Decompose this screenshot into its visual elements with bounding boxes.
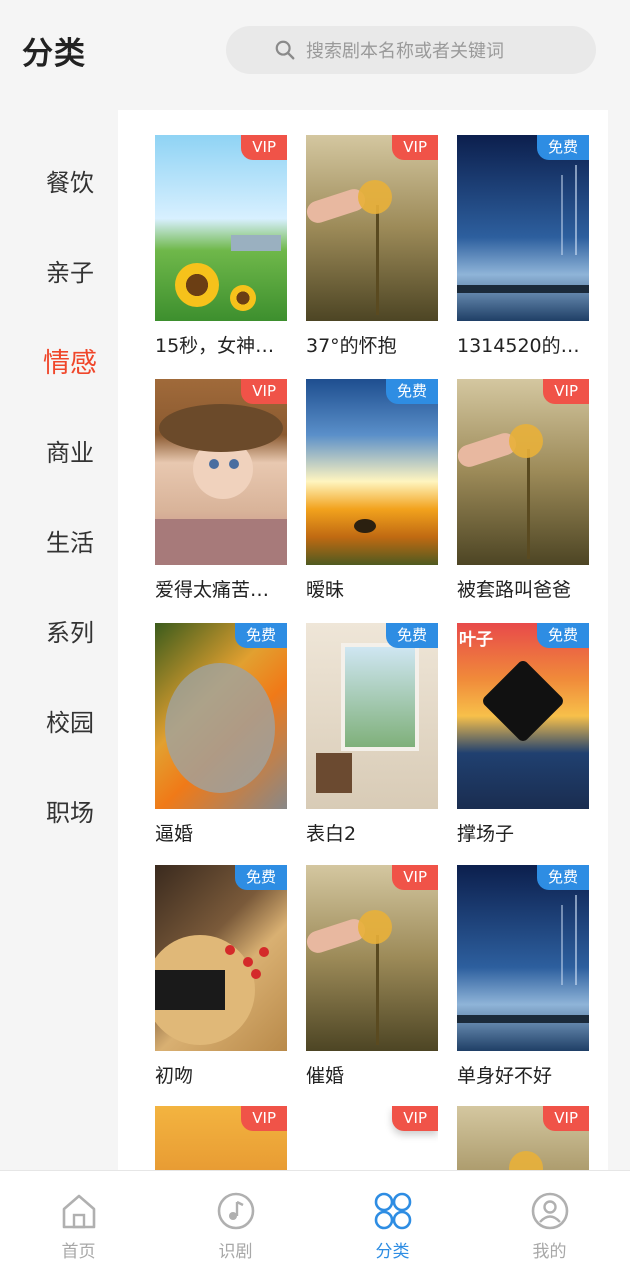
free-badge: 免费	[536, 623, 589, 648]
script-thumbnail: VIP	[155, 1106, 287, 1170]
bottom-tab-bar: 首页 识剧 分类 我的	[0, 1170, 630, 1281]
vip-badge: VIP	[392, 865, 438, 890]
script-thumbnail: VIP	[155, 135, 287, 321]
header: 分类 搜索剧本名称或者关键词	[0, 0, 630, 105]
script-thumbnail: VIP	[306, 1106, 438, 1170]
thumbnail-caption: 叶子	[459, 630, 493, 650]
vip-badge: VIP	[392, 1106, 438, 1131]
script-title: 表白2	[306, 823, 357, 845]
script-grid: VIP 15秒，女神… VIP 37°的怀抱 免费 1314520的… VIP …	[118, 110, 608, 1170]
script-card[interactable]: 免费 单身好不好	[457, 865, 589, 1088]
tab-home[interactable]: 首页	[0, 1171, 157, 1281]
script-card[interactable]: 免费 逼婚	[155, 623, 287, 846]
vip-badge: VIP	[543, 1106, 589, 1131]
script-card[interactable]: VIP	[457, 1106, 589, 1170]
script-title: 被套路叫爸爸	[457, 579, 572, 601]
vip-badge: VIP	[241, 1106, 287, 1131]
profile-icon	[531, 1192, 568, 1230]
search-input[interactable]: 搜索剧本名称或者关键词	[226, 26, 596, 74]
search-icon	[275, 40, 295, 60]
free-badge: 免费	[234, 623, 287, 648]
script-thumbnail: VIP	[457, 379, 589, 565]
script-thumbnail: VIP	[306, 135, 438, 321]
script-title: 逼婚	[155, 823, 194, 845]
script-thumbnail: 免费	[155, 865, 287, 1051]
script-title: 初吻	[155, 1065, 194, 1087]
tab-mine[interactable]: 我的	[471, 1171, 628, 1281]
vip-badge: VIP	[241, 135, 287, 160]
script-title: 撑场子	[457, 823, 515, 845]
free-badge: 免费	[536, 865, 589, 890]
script-card[interactable]: VIP 15秒，女神…	[155, 135, 287, 358]
script-thumbnail: 免费	[155, 623, 287, 809]
vip-badge: VIP	[543, 379, 589, 404]
script-thumbnail: 免费	[457, 865, 589, 1051]
script-thumbnail: 免费	[306, 623, 438, 809]
free-badge: 免费	[234, 865, 287, 890]
script-card[interactable]: VIP	[155, 1106, 287, 1170]
music-note-icon	[217, 1192, 254, 1230]
script-title: 单身好不好	[457, 1065, 553, 1087]
script-card[interactable]: VIP	[306, 1106, 438, 1170]
tab-category[interactable]: 分类	[314, 1171, 471, 1281]
tab-recognize[interactable]: 识剧	[157, 1171, 314, 1281]
page-title: 分类	[22, 36, 86, 72]
script-title: 1314520的…	[457, 335, 580, 357]
script-thumbnail: VIP	[457, 1106, 589, 1170]
script-card[interactable]: 叶子 免费 撑场子	[457, 623, 589, 846]
tab-label: 分类	[375, 1242, 410, 1262]
script-card[interactable]: 免费 暧昧	[306, 379, 438, 602]
script-card[interactable]: 免费 1314520的…	[457, 135, 589, 358]
script-title: 催婚	[306, 1065, 345, 1087]
script-thumbnail: 免费	[306, 379, 438, 565]
script-card[interactable]: VIP 爱得太痛苦…	[155, 379, 287, 602]
script-card[interactable]: 免费 初吻	[155, 865, 287, 1088]
free-badge: 免费	[385, 379, 438, 404]
script-thumbnail: 免费	[457, 135, 589, 321]
free-badge: 免费	[536, 135, 589, 160]
tab-label: 首页	[61, 1242, 96, 1262]
script-title: 37°的怀抱	[306, 335, 397, 357]
script-card[interactable]: 免费 表白2	[306, 623, 438, 846]
script-title: 暧昧	[306, 579, 345, 601]
tab-label: 我的	[532, 1242, 567, 1262]
script-title: 爱得太痛苦…	[155, 579, 270, 601]
category-sidebar: 餐饮 亲子 情感 商业 生活 系列 校园 职场	[0, 105, 118, 1170]
script-card[interactable]: VIP 催婚	[306, 865, 438, 1088]
script-thumbnail: VIP	[306, 865, 438, 1051]
script-thumbnail: VIP	[155, 379, 287, 565]
home-icon	[62, 1194, 95, 1229]
free-badge: 免费	[385, 623, 438, 648]
category-grid-icon	[374, 1192, 411, 1230]
script-card[interactable]: VIP 被套路叫爸爸	[457, 379, 589, 602]
vip-badge: VIP	[392, 135, 438, 160]
search-placeholder: 搜索剧本名称或者关键词	[306, 41, 504, 62]
tab-label: 识剧	[218, 1242, 253, 1262]
script-card[interactable]: VIP 37°的怀抱	[306, 135, 438, 358]
vip-badge: VIP	[241, 379, 287, 404]
script-thumbnail: 叶子 免费	[457, 623, 589, 809]
script-title: 15秒，女神…	[155, 335, 275, 357]
